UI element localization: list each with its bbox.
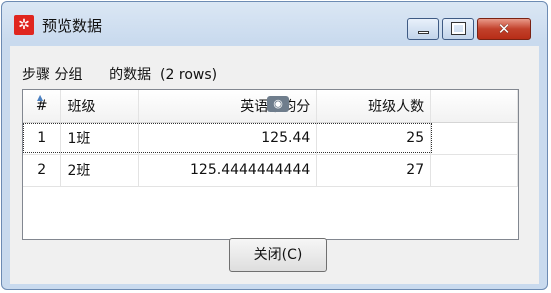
preview-data-window: ✲ 预览数据 ✕ 步骤 分组 的数据 (2 rows) ▲ # 班级 英语平均分: [1, 1, 548, 290]
maximize-button[interactable]: [442, 18, 474, 40]
column-header-empty: [430, 90, 518, 123]
title-bar[interactable]: ✲ 预览数据 ✕: [2, 2, 547, 46]
close-icon: ✕: [497, 20, 511, 38]
class-size-cell: 25: [316, 122, 432, 155]
window-title: 预览数据: [42, 17, 103, 35]
column-header-class[interactable]: 班级: [60, 90, 140, 123]
table-row[interactable]: 2 2班 125.4444444444 27: [23, 154, 518, 187]
eye-icon[interactable]: ◉: [267, 96, 289, 112]
class-cell: 1班: [60, 122, 140, 155]
row-index-cell: 1: [23, 122, 62, 155]
data-caption: 步骤 分组 的数据 (2 rows): [22, 67, 218, 83]
window-close-button[interactable]: ✕: [477, 18, 531, 40]
english-average-cell: 125.4444444444: [138, 154, 318, 187]
empty-cell: [430, 122, 518, 155]
data-grid[interactable]: ▲ # 班级 英语平均分 班级人数 1 1班 125.44 25: [22, 89, 519, 240]
close-dialog-button[interactable]: 关闭(C): [229, 238, 327, 272]
dialog-body: 步骤 分组 的数据 (2 rows) ▲ # 班级 英语平均分 班级人数: [10, 46, 539, 284]
minimize-button[interactable]: [407, 18, 439, 40]
row-index-cell: 2: [23, 154, 62, 187]
table-row[interactable]: 1 1班 125.44 25: [23, 122, 518, 155]
column-header-class-size[interactable]: 班级人数: [316, 90, 432, 123]
app-icon: ✲: [14, 15, 34, 35]
column-header-index[interactable]: ▲ #: [23, 90, 62, 123]
column-header-english-average[interactable]: 英语平均分: [138, 90, 318, 123]
sort-ascending-icon: ▲: [37, 93, 44, 102]
english-average-cell: 125.44: [138, 122, 318, 155]
class-size-cell: 27: [316, 154, 432, 187]
empty-cell: [430, 154, 518, 187]
class-cell: 2班: [60, 154, 140, 187]
